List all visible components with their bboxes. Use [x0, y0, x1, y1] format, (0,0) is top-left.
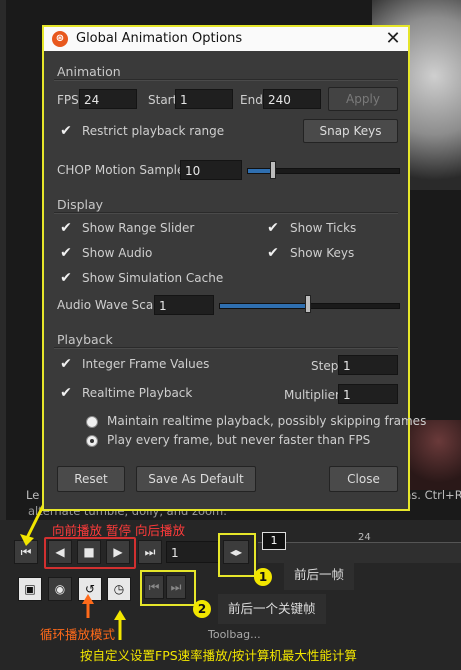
integer-frames-label: Integer Frame Values	[82, 357, 210, 371]
viewport-model-secondary	[405, 420, 461, 490]
show-audio-checkbox[interactable]: ✔	[59, 246, 73, 260]
maintain-realtime-label: Maintain realtime playback, possibly ski…	[107, 414, 427, 428]
show-keys-checkbox[interactable]: ✔	[266, 246, 280, 260]
dialog-titlebar[interactable]: ⊛ Global Animation Options ✕	[44, 27, 408, 51]
save-as-default-button[interactable]: Save As Default	[136, 466, 256, 492]
show-keys-label: Show Keys	[290, 246, 355, 260]
step-field[interactable]: 1	[338, 355, 398, 375]
audio-wave-scale-label: Audio Wave Scale	[57, 298, 164, 312]
snap-keys-button[interactable]: Snap Keys	[303, 119, 398, 143]
chop-samples-slider-fill	[248, 169, 271, 173]
audio-wave-scale-slider-fill	[220, 304, 306, 308]
maintain-realtime-radio[interactable]	[86, 416, 98, 428]
global-animation-options-dialog: ⊛ Global Animation Options ✕ Animation F…	[42, 25, 426, 511]
audio-wave-scale-field[interactable]: 1	[154, 295, 214, 315]
section-divider	[54, 212, 398, 214]
reset-button[interactable]: Reset	[57, 466, 125, 492]
integer-frames-checkbox[interactable]: ✔	[59, 357, 73, 371]
chop-samples-field[interactable]: 10	[180, 160, 242, 180]
start-label: Start	[148, 93, 178, 107]
start-field[interactable]: 1	[175, 89, 233, 109]
section-divider	[54, 347, 398, 349]
multiplier-label: Multiplier	[284, 388, 340, 402]
realtime-playback-label: Realtime Playback	[82, 386, 193, 400]
restrict-playback-label: Restrict playback range	[82, 124, 225, 138]
restrict-playback-checkbox[interactable]: ✔	[59, 124, 73, 138]
fps-label: FPS	[57, 93, 79, 107]
show-sim-cache-checkbox[interactable]: ✔	[59, 271, 73, 285]
play-every-frame-label: Play every frame, but never faster than …	[107, 433, 371, 447]
viewport-left-toolbar	[0, 0, 6, 520]
show-range-slider-checkbox[interactable]: ✔	[59, 221, 73, 235]
section-playback: Playback	[57, 332, 113, 347]
show-audio-label: Show Audio	[82, 246, 153, 260]
fps-mode-annotation: 按自定义设置FPS速率播放/按计算机最大性能计算	[80, 648, 357, 663]
show-ticks-label: Show Ticks	[290, 221, 357, 235]
houdini-logo-icon: ⊛	[52, 31, 68, 47]
close-icon[interactable]: ✕	[382, 28, 404, 50]
apply-button[interactable]: Apply	[328, 87, 398, 111]
section-animation: Animation	[57, 64, 121, 79]
audio-wave-scale-slider-handle[interactable]	[305, 295, 311, 313]
show-range-slider-label: Show Range Slider	[82, 221, 195, 235]
end-field[interactable]: 240	[263, 89, 321, 109]
show-sim-cache-label: Show Simulation Cache	[82, 271, 224, 285]
multiplier-field[interactable]: 1	[338, 384, 398, 404]
play-every-frame-radio[interactable]	[86, 435, 98, 447]
realtime-playback-checkbox[interactable]: ✔	[59, 386, 73, 400]
loop-mode-annotation: 循环播放模式	[40, 627, 116, 642]
dialog-title: Global Animation Options	[76, 31, 243, 46]
section-display: Display	[57, 197, 104, 212]
chop-samples-slider-handle[interactable]	[270, 161, 276, 179]
section-divider	[54, 79, 398, 81]
close-button[interactable]: Close	[329, 466, 398, 492]
fps-field[interactable]: 24	[79, 89, 137, 109]
show-ticks-checkbox[interactable]: ✔	[266, 221, 280, 235]
step-label: Step	[311, 359, 339, 373]
chop-samples-label: CHOP Motion Samples	[57, 163, 191, 177]
end-label: End	[240, 93, 263, 107]
